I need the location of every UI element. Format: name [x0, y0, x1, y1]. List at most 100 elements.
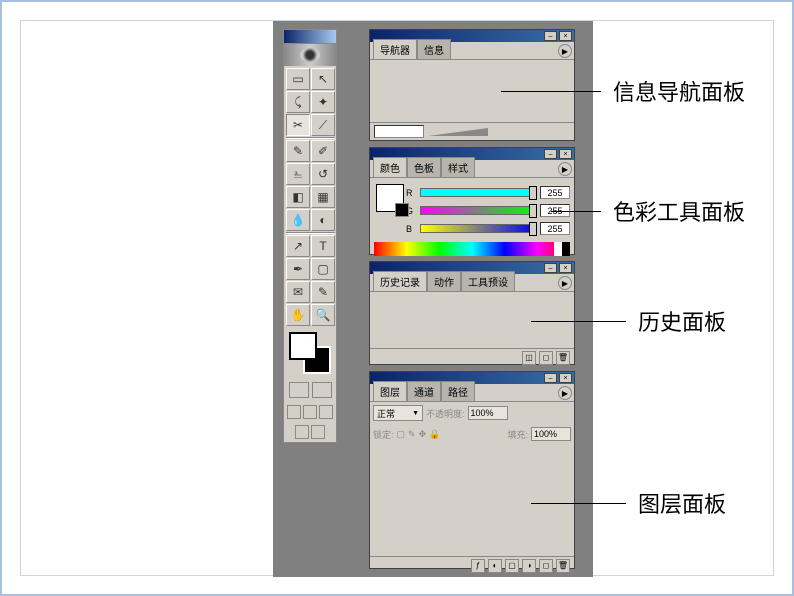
tab-swatches[interactable]: 色板	[407, 157, 441, 177]
annotation-history: 历史面板	[531, 305, 726, 337]
opacity-input[interactable]: 100%	[468, 406, 508, 420]
wand-tool[interactable]: ✦	[311, 91, 335, 113]
slide-frame: ▭ ↖ ⤹ ✦ ✂ ⟋ ✎ ✐ ⎁ ↺ ◧ ▦ 💧 ◐ ↗ T ✒ ▢ ✉ ✎ …	[0, 0, 794, 596]
panel-menu-button[interactable]: ▶	[558, 386, 572, 400]
minimize-button[interactable]: –	[544, 373, 557, 383]
opacity-label: 不透明度:	[426, 407, 465, 420]
path-tool[interactable]: ↗	[286, 235, 310, 257]
annotation-line	[551, 211, 601, 212]
tab-paths[interactable]: 路径	[441, 381, 475, 401]
new-layer-icon[interactable]: ◻	[539, 559, 553, 573]
tab-channels[interactable]: 通道	[407, 381, 441, 401]
tab-styles[interactable]: 样式	[441, 157, 475, 177]
r-slider[interactable]	[420, 188, 536, 197]
annotation-color: 色彩工具面板	[551, 195, 745, 227]
screen-mode-2[interactable]	[303, 405, 317, 419]
zoom-tool[interactable]: 🔍	[311, 304, 335, 326]
tab-navigator[interactable]: 导航器	[373, 39, 417, 59]
annotation-history-text: 历史面板	[638, 305, 726, 337]
g-slider[interactable]	[420, 206, 536, 215]
tab-history[interactable]: 历史记录	[373, 271, 427, 291]
screen-mode-3[interactable]	[319, 405, 333, 419]
jump-btn2[interactable]	[311, 425, 325, 439]
color-body: R 255 G 255 B 255	[370, 178, 574, 260]
annotation-line	[531, 503, 626, 504]
fill-input[interactable]: 100%	[531, 427, 571, 441]
tab-bar: 历史记录 动作 工具预设 ▶	[370, 274, 574, 292]
folder-icon[interactable]: ▢	[505, 559, 519, 573]
zoom-triangle-icon	[428, 128, 488, 136]
new-icon[interactable]: ◻	[539, 351, 553, 365]
slider-thumb[interactable]	[529, 222, 537, 236]
notes-tool[interactable]: ✉	[286, 281, 310, 303]
close-button[interactable]: ×	[559, 149, 572, 159]
eraser-tool[interactable]: ◧	[286, 186, 310, 208]
lock-transparency-icon[interactable]: ▢	[397, 429, 406, 440]
type-tool[interactable]: T	[311, 235, 335, 257]
pen-tool[interactable]: ✒	[286, 258, 310, 280]
trash-icon[interactable]: 🗑	[556, 559, 570, 573]
close-button[interactable]: ×	[559, 373, 572, 383]
lock-paint-icon[interactable]: ✎	[408, 429, 416, 440]
panel-menu-button[interactable]: ▶	[558, 162, 572, 176]
blur-tool[interactable]: 💧	[286, 209, 310, 231]
marquee-tool[interactable]: ▭	[286, 68, 310, 90]
eyedropper-tool[interactable]: ✎	[311, 281, 335, 303]
snapshot-icon[interactable]: ◫	[522, 351, 536, 365]
tab-color[interactable]: 颜色	[373, 157, 407, 177]
slider-thumb[interactable]	[529, 186, 537, 200]
trash-icon[interactable]: 🗑	[556, 351, 570, 365]
history-footer: ◫ ◻ 🗑	[370, 348, 574, 366]
slice-tool[interactable]: ⟋	[311, 114, 335, 136]
mask-icon[interactable]: ◐	[488, 559, 502, 573]
b-slider[interactable]	[420, 224, 536, 233]
crop-tool[interactable]: ✂	[286, 114, 310, 136]
annotation-line	[501, 91, 601, 92]
tab-actions[interactable]: 动作	[427, 271, 461, 291]
zoom-slider[interactable]	[428, 127, 570, 137]
minimize-button[interactable]: –	[544, 31, 557, 41]
hand-tool[interactable]: ✋	[286, 304, 310, 326]
toolbox-titlebar[interactable]	[284, 30, 336, 44]
heal-tool[interactable]: ✎	[286, 140, 310, 162]
zoom-input[interactable]	[374, 125, 424, 138]
shape-tool[interactable]: ▢	[311, 258, 335, 280]
minimize-button[interactable]: –	[544, 149, 557, 159]
history-brush-tool[interactable]: ↺	[311, 163, 335, 185]
gradient-tool[interactable]: ▦	[311, 186, 335, 208]
tab-layers[interactable]: 图层	[373, 381, 407, 401]
color-swatch[interactable]	[289, 332, 331, 374]
close-button[interactable]: ×	[559, 263, 572, 273]
minimize-button[interactable]: –	[544, 263, 557, 273]
lock-move-icon[interactable]: ✥	[419, 429, 427, 440]
toolbox-logo	[284, 44, 336, 66]
lock-all-icon[interactable]: 🔒	[429, 429, 440, 440]
jump-btn[interactable]	[295, 425, 309, 439]
slider-row-r: R 255	[406, 185, 570, 200]
blend-mode-select[interactable]: 正常	[373, 405, 423, 421]
adjust-icon[interactable]: ◑	[522, 559, 536, 573]
layer-footer: ƒ ◐ ▢ ◑ ◻ 🗑	[370, 556, 574, 574]
quickmask-mode[interactable]	[312, 382, 332, 398]
color-mini-swatch[interactable]	[376, 184, 404, 212]
standard-mode[interactable]	[289, 382, 309, 398]
close-button[interactable]: ×	[559, 31, 572, 41]
color-spectrum[interactable]	[374, 242, 570, 256]
panel-menu-button[interactable]: ▶	[558, 276, 572, 290]
dodge-tool[interactable]: ◐	[311, 209, 335, 231]
stamp-tool[interactable]: ⎁	[286, 163, 310, 185]
move-tool[interactable]: ↖	[311, 68, 335, 90]
screen-mode-1[interactable]	[287, 405, 301, 419]
tab-toolpresets[interactable]: 工具预设	[461, 271, 515, 291]
panel-menu-button[interactable]: ▶	[558, 44, 572, 58]
b-label: B	[406, 224, 416, 234]
layer-controls-row1: 正常 不透明度: 100%	[370, 402, 574, 424]
fx-icon[interactable]: ƒ	[471, 559, 485, 573]
lasso-tool[interactable]: ⤹	[286, 91, 310, 113]
brush-tool[interactable]: ✐	[311, 140, 335, 162]
annotation-nav-text: 信息导航面板	[613, 75, 745, 107]
r-label: R	[406, 188, 416, 198]
tab-info[interactable]: 信息	[417, 39, 451, 59]
slider-thumb[interactable]	[529, 204, 537, 218]
fg-color[interactable]	[289, 332, 317, 360]
